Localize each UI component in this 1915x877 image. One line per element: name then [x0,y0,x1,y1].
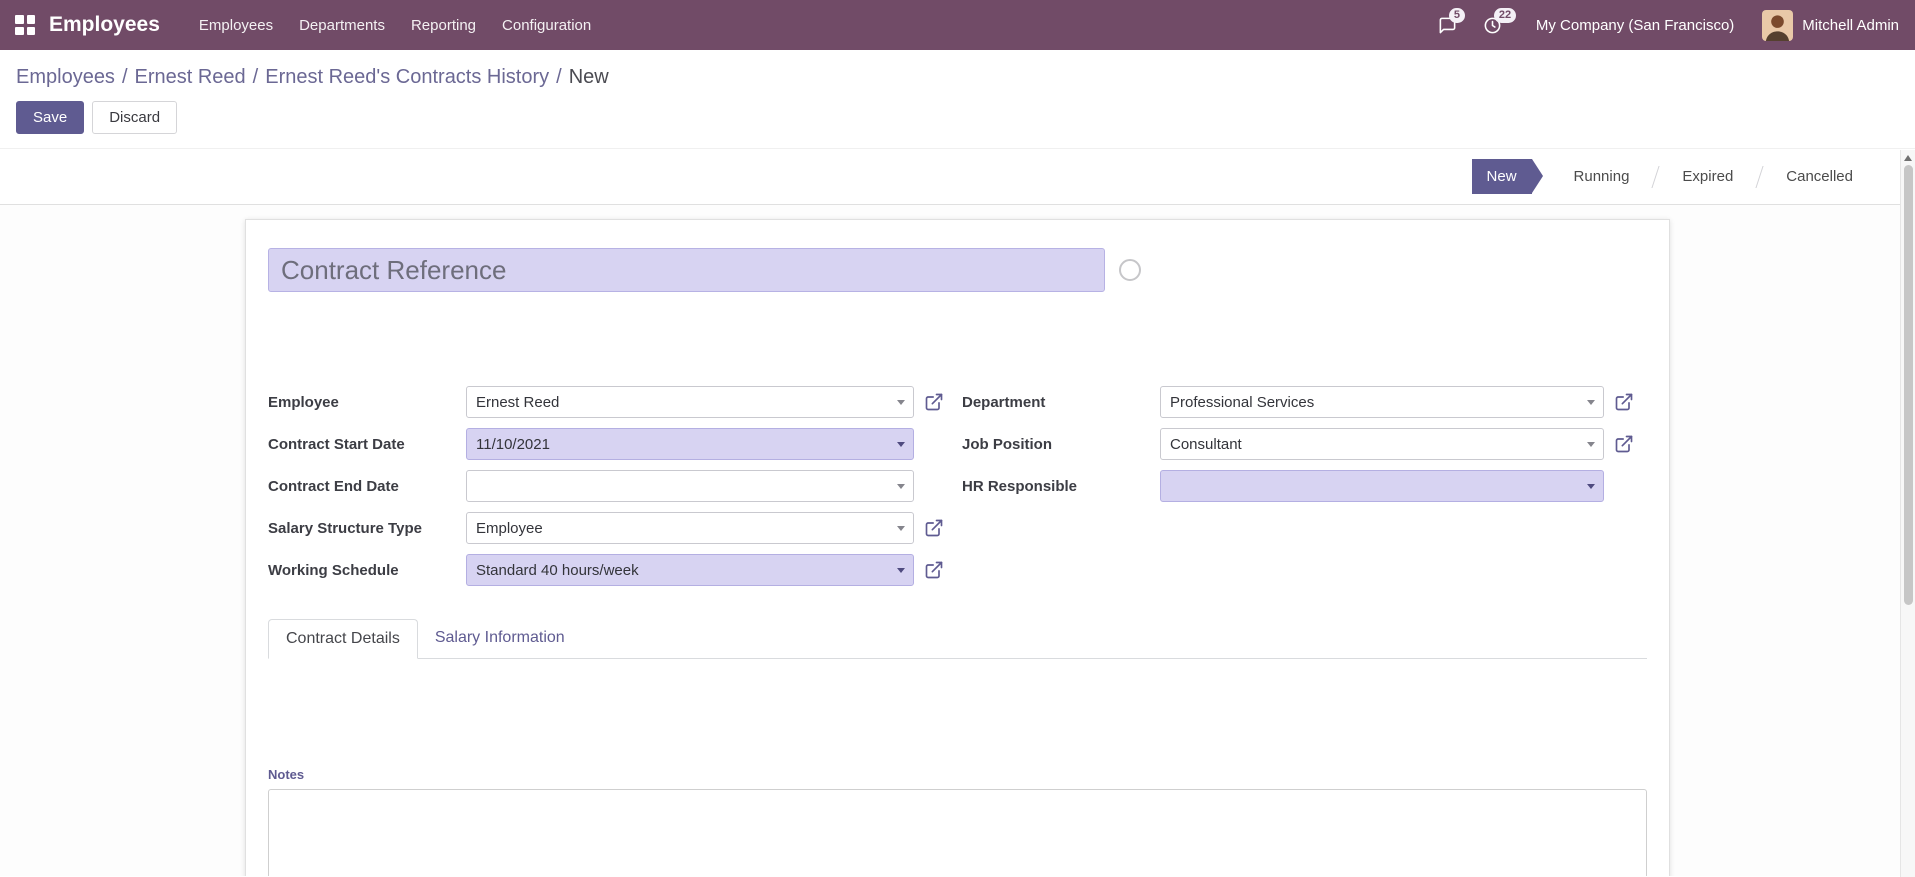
stage-cancelled[interactable]: Cancelled [1770,159,1869,194]
discard-button[interactable]: Discard [92,101,178,134]
employee-label: Employee [268,393,339,411]
tab-contract-details[interactable]: Contract Details [268,619,418,659]
dropdown-caret-icon[interactable] [1587,442,1595,447]
title-row [268,248,1647,292]
external-link-icon[interactable] [924,518,944,538]
top-navbar: Employees Employees Departments Reportin… [0,0,1915,50]
breadcrumb-ernest-reed[interactable]: Ernest Reed [135,66,246,88]
external-link-icon[interactable] [1614,434,1634,454]
dropdown-caret-icon[interactable] [897,400,905,405]
activities-badge: 22 [1493,7,1517,23]
stage-separator [1755,165,1764,188]
external-link-icon[interactable] [924,392,944,412]
dropdown-caret-icon[interactable] [897,526,905,531]
external-link-icon[interactable] [924,560,944,580]
field-row-contract-start-date: Contract Start Date [268,428,914,460]
scrollbar-thumb[interactable] [1903,165,1913,605]
contract-reference-input[interactable] [268,248,1105,292]
working-schedule-input[interactable] [466,554,914,586]
field-row-working-schedule: Working Schedule [268,554,943,586]
content-area: Employee Contract Start Date [0,205,1915,876]
avatar-image [1762,9,1794,41]
dropdown-caret-icon[interactable] [1587,484,1595,489]
hr-responsible-label: HR Responsible [962,477,1078,495]
breadcrumb-separator: / [121,66,128,88]
working-schedule-label: Working Schedule [268,561,399,579]
breadcrumb-employees[interactable]: Employees [16,66,115,88]
dropdown-caret-icon[interactable] [897,442,905,447]
salary-structure-type-input[interactable] [466,512,914,544]
contract-statusbar: New Running Expired Cancelled [0,148,1915,205]
menu-employees[interactable]: Employees [186,11,286,40]
field-row-department: Department [962,386,1633,418]
stage-new[interactable]: New [1471,159,1543,194]
field-row-employee: Employee [268,386,943,418]
messages-button[interactable]: 5 [1438,7,1466,35]
user-avatar[interactable] [1762,9,1794,41]
department-input[interactable] [1160,386,1604,418]
breadcrumb-contracts-history[interactable]: Ernest Reed's Contracts History [265,66,549,88]
right-column: Department Job Position [962,386,1633,596]
scrollbar[interactable] [1900,150,1915,877]
tab-salary-information[interactable]: Salary Information [418,619,582,659]
salary-structure-type-field[interactable] [466,512,914,544]
breadcrumb: Employees / Ernest Reed / Ernest Reed's Cont… [0,50,1915,89]
external-link-icon[interactable] [1614,392,1634,412]
apps-menu-icon[interactable] [15,15,35,35]
contract-form-sheet: Employee Contract Start Date [245,219,1670,876]
salary-structure-type-label: Salary Structure Type [268,519,422,537]
user-menu[interactable]: Mitchell Admin [1802,17,1899,34]
contract-start-date-label: Contract Start Date [268,435,405,453]
department-label: Department [962,393,1046,411]
dropdown-caret-icon[interactable] [897,484,905,489]
contract-details-tab-content: Notes [268,659,1647,876]
field-row-job-position: Job Position [962,428,1633,460]
department-field[interactable] [1160,386,1604,418]
working-schedule-field[interactable] [466,554,914,586]
contract-start-date-field[interactable] [466,428,914,460]
field-row-hr-responsible: HR Responsible [962,470,1604,502]
employee-input[interactable] [466,386,914,418]
main-menu: Employees Departments Reporting Configur… [186,0,604,50]
breadcrumb-separator: / [556,66,562,88]
job-position-field[interactable] [1160,428,1604,460]
action-buttons: Save Discard [0,89,1915,148]
hr-responsible-input[interactable] [1160,470,1604,502]
save-button[interactable]: Save [16,101,85,134]
field-row-contract-end-date: Contract End Date [268,470,914,502]
contract-end-date-input[interactable] [466,470,914,502]
field-group: Employee Contract Start Date [268,386,1647,596]
left-column: Employee Contract Start Date [268,386,943,596]
kanban-state-icon[interactable] [1119,259,1141,281]
employee-field[interactable] [466,386,914,418]
job-position-label: Job Position [962,435,1052,453]
navbar-right: 5 22 My Company (San Francisco) Mitchell… [1412,7,1899,41]
contract-start-date-input[interactable] [466,428,914,460]
stage-separator [1651,165,1660,188]
breadcrumb-separator: / [252,66,259,88]
menu-configuration[interactable]: Configuration [489,11,604,40]
job-position-input[interactable] [1160,428,1604,460]
contract-end-date-label: Contract End Date [268,477,399,495]
dropdown-caret-icon[interactable] [1587,400,1595,405]
stage-running[interactable]: Running [1558,159,1646,194]
notes-label: Notes [268,767,305,782]
menu-departments[interactable]: Departments [286,11,398,40]
activities-button[interactable]: 22 [1483,7,1517,35]
scroll-up-arrow-icon[interactable] [1904,155,1912,161]
contract-end-date-field[interactable] [466,470,914,502]
dropdown-caret-icon[interactable] [897,568,905,573]
stage-expired[interactable]: Expired [1666,159,1749,194]
breadcrumb-current: New [568,66,609,88]
app-name[interactable]: Employees [49,13,160,37]
company-switcher[interactable]: My Company (San Francisco) [1536,17,1734,34]
notebook-tabs: Contract Details Salary Information [268,618,1647,659]
hr-responsible-field[interactable] [1160,470,1604,502]
messages-badge: 5 [1448,7,1466,23]
menu-reporting[interactable]: Reporting [398,11,489,40]
notes-textarea[interactable] [268,789,1647,876]
field-row-salary-structure-type: Salary Structure Type [268,512,943,544]
